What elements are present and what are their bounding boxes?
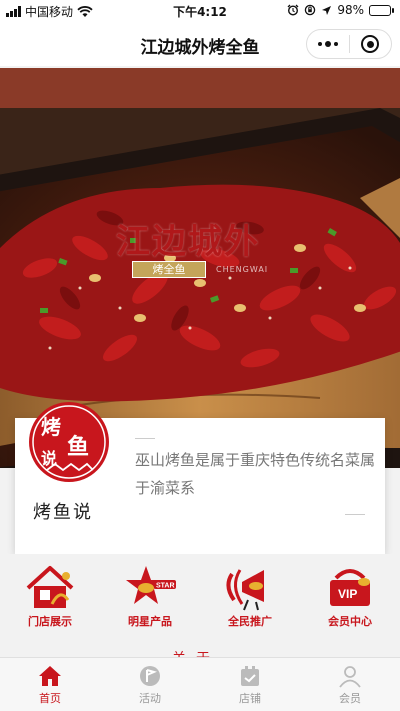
fish-talk-logo-glyph: 鱼 (67, 434, 89, 460)
intro-divider-top (135, 438, 155, 439)
status-bar: 中国移动 下午4:12 98% (0, 0, 400, 22)
intro-caption: 烤鱼说 (33, 502, 93, 523)
target-icon (361, 35, 380, 53)
mini-program-capsule (306, 29, 392, 59)
tab-label: 首页 (39, 692, 61, 705)
promotion-icon (226, 569, 264, 611)
svg-text:STAR: STAR (156, 583, 175, 590)
close-button[interactable] (350, 30, 392, 58)
store-icon (26, 566, 74, 608)
feature-grid: 门店展示 STAR 明星产品 全民推广 VIP 会员中心 (0, 554, 400, 654)
activity-icon (140, 666, 160, 686)
feature-promotion[interactable]: 全民推广 (200, 554, 300, 654)
feature-label: 门店展示 (28, 615, 72, 628)
tab-bar: 首页 活动 店铺 会员 (0, 657, 400, 711)
tab-member[interactable]: 会员 (300, 658, 400, 711)
battery-percent: 98% (337, 3, 364, 17)
tab-activity[interactable]: 活动 (100, 658, 200, 711)
more-dots-icon (317, 41, 338, 47)
hero-subtext: CHENGWAI (216, 265, 269, 274)
vip-icon: VIP (330, 569, 370, 606)
feature-vip[interactable]: VIP 会员中心 (300, 554, 400, 654)
star-product-icon: STAR (126, 566, 176, 604)
tab-label: 会员 (339, 692, 361, 705)
fish-talk-logo-glyph: 烤 (41, 415, 61, 439)
rotation-lock-icon (305, 4, 316, 16)
hero-badge: 烤全鱼 (132, 261, 206, 278)
hero-logo-text: 江边城外 (116, 222, 260, 262)
status-right: 98% (287, 3, 394, 17)
feature-star-product[interactable]: STAR 明星产品 (100, 554, 200, 654)
tab-home[interactable]: 首页 (0, 658, 100, 711)
fish-talk-logo: 烤 鱼 说 (29, 402, 109, 482)
member-icon (339, 666, 361, 688)
feature-store[interactable]: 门店展示 (0, 554, 100, 654)
intro-card[interactable]: 烤 鱼 说 烤鱼说 巫山烤鱼是属于重庆特色传统名菜属于渝菜系 (15, 402, 385, 554)
battery-icon (369, 4, 394, 16)
tab-shop[interactable]: 店铺 (200, 658, 300, 711)
alarm-icon (287, 4, 299, 16)
location-icon (322, 5, 332, 15)
svg-text:VIP: VIP (338, 587, 357, 601)
tab-label: 店铺 (239, 692, 261, 705)
feature-label: 全民推广 (228, 615, 272, 628)
home-icon (39, 666, 61, 686)
intro-divider-bottom (345, 514, 365, 515)
nav-bar: 江边城外烤全鱼 (0, 22, 400, 66)
shop-icon (241, 666, 259, 686)
more-button[interactable] (307, 30, 349, 58)
feature-label: 会员中心 (328, 615, 372, 628)
tab-label: 活动 (139, 692, 161, 705)
feature-label: 明星产品 (128, 615, 172, 628)
intro-description: 巫山烤鱼是属于重庆特色传统名菜属于渝菜系 (135, 451, 376, 497)
